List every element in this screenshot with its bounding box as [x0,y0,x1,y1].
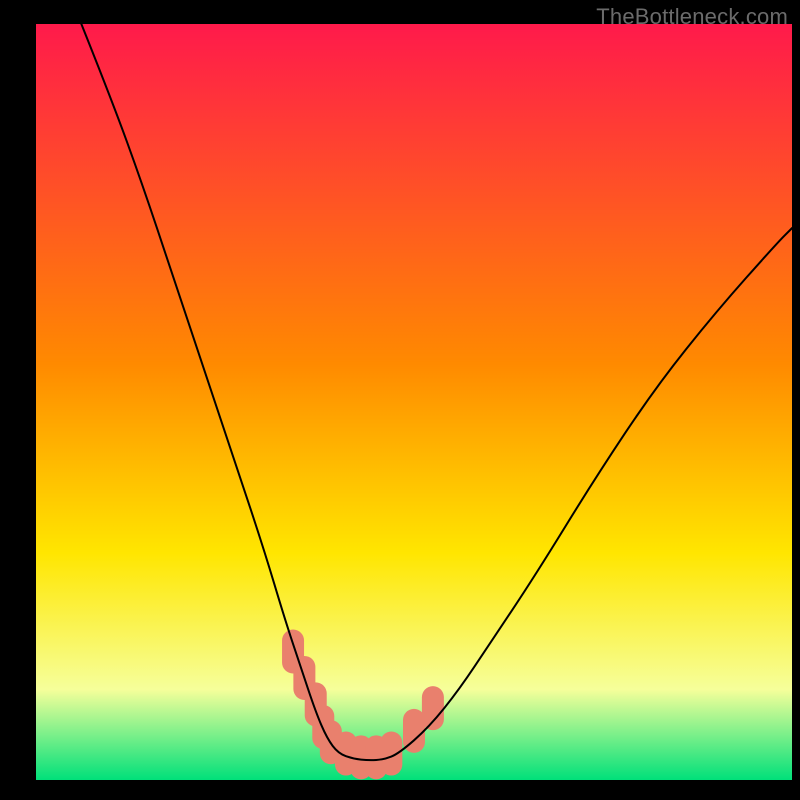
plot-background [36,24,792,780]
highlight-marker [422,686,444,730]
watermark-text: TheBottleneck.com [596,4,788,30]
bottleneck-chart [0,0,800,800]
highlight-marker [380,732,402,776]
